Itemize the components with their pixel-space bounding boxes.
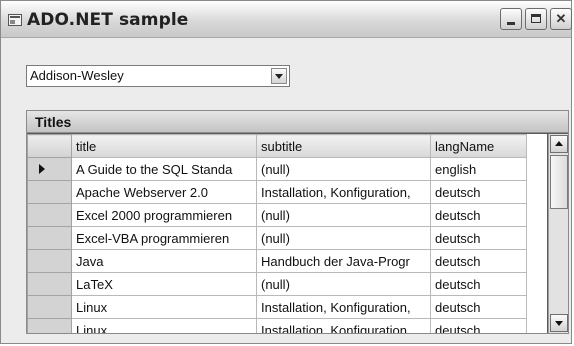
cell-langname[interactable]: english bbox=[430, 157, 527, 181]
cell-langname[interactable]: deutsch bbox=[430, 318, 527, 333]
vertical-scrollbar[interactable] bbox=[548, 134, 568, 333]
table-row[interactable]: Linux Installation, Konfiguration, deuts… bbox=[27, 295, 527, 319]
column-header-subtitle[interactable]: subtitle bbox=[256, 134, 431, 158]
cell-subtitle[interactable]: Installation, Konfiguration, bbox=[256, 318, 431, 333]
cell-subtitle[interactable]: (null) bbox=[256, 157, 431, 181]
table-row[interactable]: A Guide to the SQL Standa (null) english bbox=[27, 157, 527, 181]
cell-title[interactable]: LaTeX bbox=[71, 272, 257, 296]
cell-subtitle[interactable]: Installation, Konfiguration, bbox=[256, 180, 431, 204]
minimize-button[interactable] bbox=[500, 8, 522, 30]
scrollbar-thumb[interactable] bbox=[550, 155, 568, 209]
row-header[interactable] bbox=[27, 157, 72, 181]
cell-title[interactable]: Linux bbox=[71, 318, 257, 333]
cell-title[interactable]: Linux bbox=[71, 295, 257, 319]
main-window: ADO.NET sample ✕ Addison-Wesley Titles t bbox=[0, 0, 572, 344]
scroll-up-icon[interactable] bbox=[550, 135, 568, 153]
column-header-langname[interactable]: langName bbox=[430, 134, 527, 158]
cell-langname[interactable]: deutsch bbox=[430, 180, 527, 204]
grid-body: title subtitle langName A Guide to the S… bbox=[27, 134, 547, 333]
table-row[interactable]: Linux Installation, Konfiguration, deuts… bbox=[27, 318, 527, 333]
chevron-down-icon[interactable] bbox=[271, 68, 287, 84]
cell-title[interactable]: Excel 2000 programmieren bbox=[71, 203, 257, 227]
title-bar[interactable]: ADO.NET sample ✕ bbox=[1, 1, 572, 38]
cell-title[interactable]: Excel-VBA programmieren bbox=[71, 226, 257, 250]
column-header-title[interactable]: title bbox=[71, 134, 257, 158]
close-button[interactable]: ✕ bbox=[550, 8, 572, 30]
maximize-button[interactable] bbox=[525, 8, 547, 30]
cell-subtitle[interactable]: (null) bbox=[256, 272, 431, 296]
cell-langname[interactable]: deutsch bbox=[430, 226, 527, 250]
app-icon[interactable] bbox=[8, 14, 22, 26]
minimize-icon bbox=[507, 22, 515, 25]
maximize-icon bbox=[531, 14, 541, 23]
publisher-value: Addison-Wesley bbox=[30, 68, 124, 83]
titles-table: title subtitle langName A Guide to the S… bbox=[27, 134, 527, 333]
table-row[interactable]: LaTeX (null) deutsch bbox=[27, 272, 527, 296]
close-icon: ✕ bbox=[555, 11, 567, 26]
current-row-icon bbox=[39, 164, 45, 174]
cell-langname[interactable]: deutsch bbox=[430, 272, 527, 296]
table-row[interactable]: Apache Webserver 2.0 Installation, Konfi… bbox=[27, 180, 527, 204]
cell-langname[interactable]: deutsch bbox=[430, 295, 527, 319]
grid-caption: Titles bbox=[27, 111, 568, 133]
header-row: title subtitle langName bbox=[27, 134, 527, 158]
publisher-combobox[interactable]: Addison-Wesley bbox=[26, 65, 290, 87]
table-row[interactable]: Java Handbuch der Java-Progr deutsch bbox=[27, 249, 527, 273]
row-header[interactable] bbox=[27, 249, 72, 273]
scroll-down-icon[interactable] bbox=[550, 314, 568, 332]
cell-subtitle[interactable]: Handbuch der Java-Progr bbox=[256, 249, 431, 273]
corner-header[interactable] bbox=[27, 134, 72, 158]
table-row[interactable]: Excel-VBA programmieren (null) deutsch bbox=[27, 226, 527, 250]
cell-subtitle[interactable]: (null) bbox=[256, 203, 431, 227]
window-title: ADO.NET sample bbox=[27, 10, 189, 30]
cell-title[interactable]: Java bbox=[71, 249, 257, 273]
row-header[interactable] bbox=[27, 272, 72, 296]
cell-langname[interactable]: deutsch bbox=[430, 249, 527, 273]
row-header[interactable] bbox=[27, 318, 72, 333]
cell-subtitle[interactable]: (null) bbox=[256, 226, 431, 250]
table-row[interactable]: Excel 2000 programmieren (null) deutsch bbox=[27, 203, 527, 227]
titles-datagrid[interactable]: Titles title subtitle langName A Guide t… bbox=[26, 110, 569, 334]
row-header[interactable] bbox=[27, 203, 72, 227]
row-header[interactable] bbox=[27, 295, 72, 319]
cell-langname[interactable]: deutsch bbox=[430, 203, 527, 227]
row-header[interactable] bbox=[27, 180, 72, 204]
cell-subtitle[interactable]: Installation, Konfiguration, bbox=[256, 295, 431, 319]
cell-title[interactable]: A Guide to the SQL Standa bbox=[71, 157, 257, 181]
row-header[interactable] bbox=[27, 226, 72, 250]
cell-title[interactable]: Apache Webserver 2.0 bbox=[71, 180, 257, 204]
